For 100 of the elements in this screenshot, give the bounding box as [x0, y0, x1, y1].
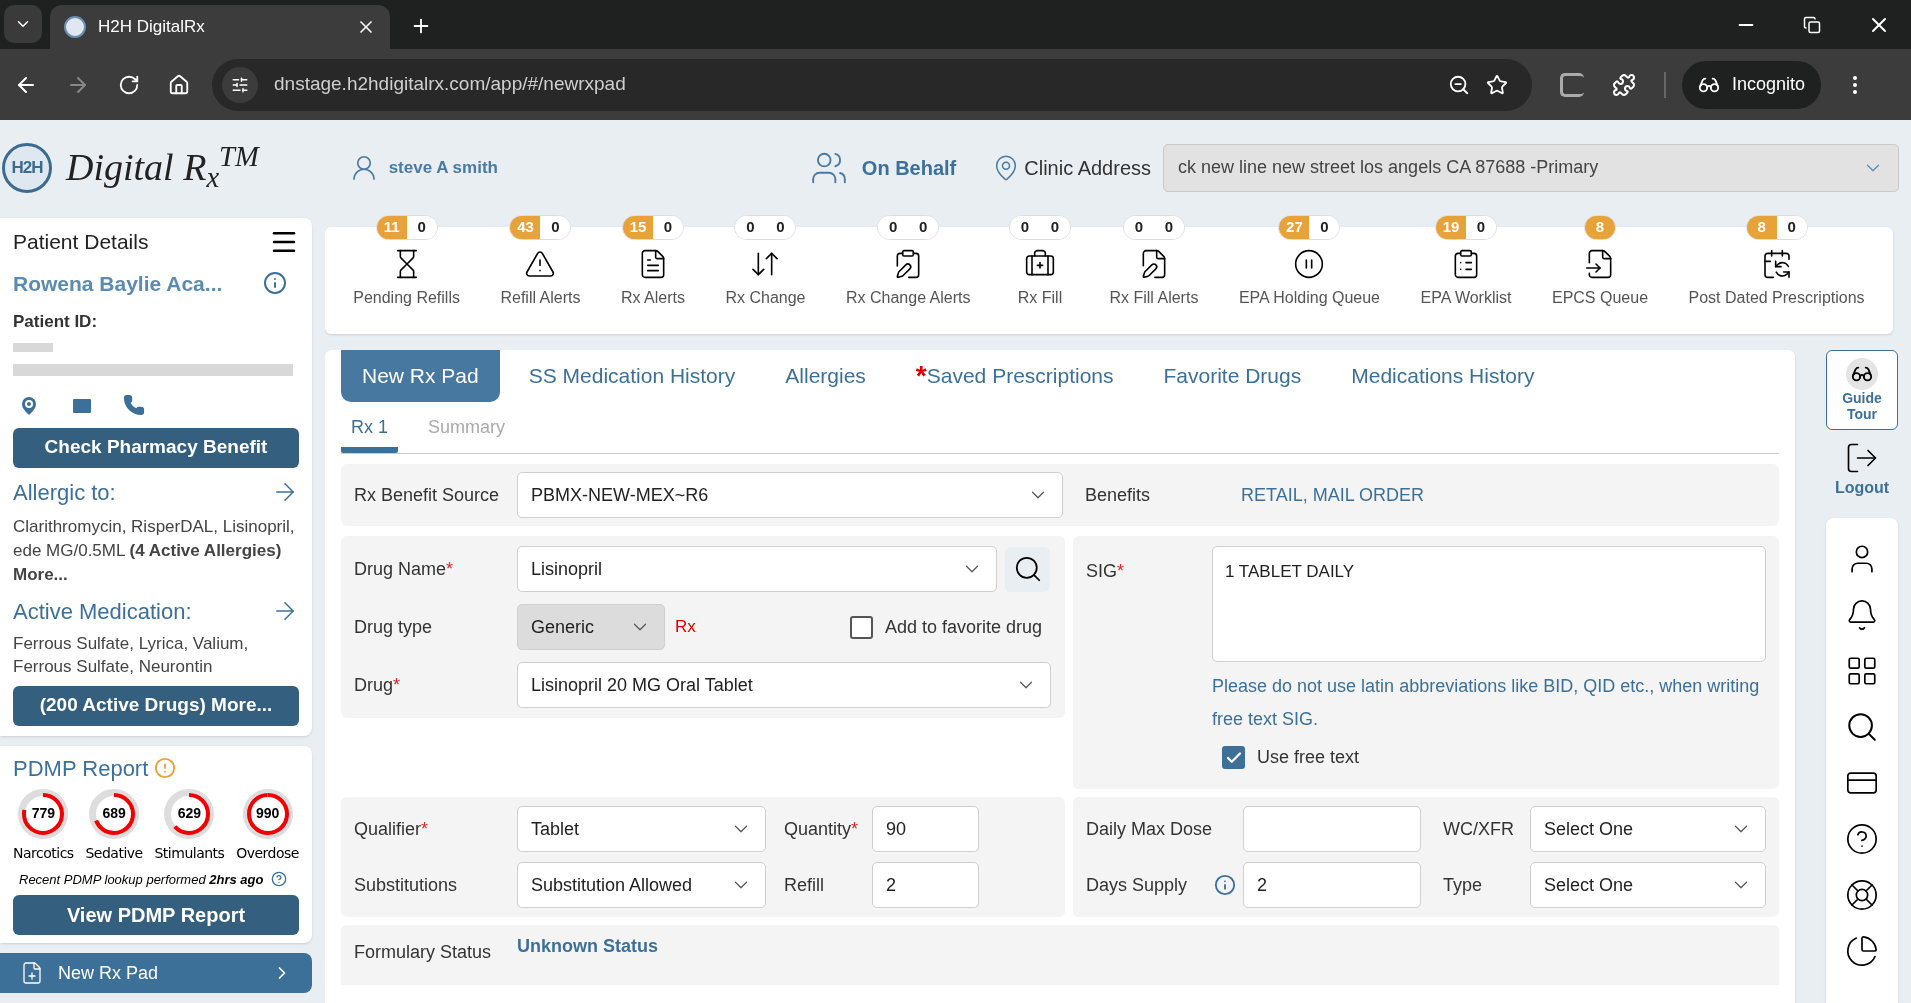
counter-item[interactable]: Pending Refills: [351, 240, 462, 310]
counter-label: Rx Alerts: [620, 288, 685, 308]
count-badge: 8: [1746, 216, 1777, 239]
main-tab[interactable]: Medications History: [1330, 350, 1556, 402]
info-icon[interactable]: [1214, 874, 1236, 896]
gauge-value: 779: [30, 804, 56, 823]
warning-icon: [524, 248, 557, 280]
gauge-label: Sedative: [85, 843, 143, 863]
main-tab[interactable]: New Rx Pad: [341, 350, 500, 402]
input-field[interactable]: 2: [1243, 862, 1421, 908]
counter-item[interactable]: Refill Alerts: [498, 240, 583, 310]
select-field[interactable]: Generic: [517, 604, 665, 650]
checkbox[interactable]: [849, 615, 873, 639]
gauge-value: 629: [176, 804, 203, 823]
counter-item[interactable]: EPA Worklist: [1418, 240, 1514, 310]
info-icon[interactable]: [263, 271, 287, 296]
counter-label: Rx Change Alerts: [846, 288, 971, 308]
select-field[interactable]: Select One: [1530, 862, 1766, 908]
file-plus-icon: [20, 961, 44, 985]
bell-icon[interactable]: [1845, 598, 1879, 632]
count-badge: 19: [1436, 216, 1466, 239]
sub-tab[interactable]: Rx 1: [341, 414, 398, 453]
counter-label: EPA Holding Queue: [1238, 288, 1380, 308]
field-label: Drug*: [354, 673, 402, 697]
on-behalf-link[interactable]: On Behalf: [861, 152, 957, 183]
incognito-button[interactable]: Incognito: [1682, 60, 1822, 109]
counter-item[interactable]: Rx Alerts: [618, 240, 687, 310]
counter-item[interactable]: Post Dated Prescriptions: [1686, 240, 1867, 310]
field-label: Refill: [784, 873, 825, 897]
pie-chart-icon[interactable]: [1845, 934, 1879, 968]
counter-label: EPA Worklist: [1420, 288, 1512, 308]
field-label: Drug Name*: [354, 557, 455, 581]
field-label: Qualifier*: [354, 817, 430, 841]
more-drugs-button[interactable]: (200 Active Drugs) More...: [13, 685, 299, 726]
select-field[interactable]: Select One: [1530, 806, 1766, 852]
counter-label: Pending Refills: [353, 288, 460, 308]
input-field[interactable]: [1243, 806, 1421, 852]
field-label: Formulary Status: [354, 941, 493, 964]
checkbox-label: Add to favorite drug: [884, 615, 1042, 639]
counter-item[interactable]: EPA Holding Queue: [1236, 240, 1382, 310]
home-icon[interactable]: [168, 73, 190, 96]
formulary-value: Unknown Status: [517, 935, 658, 958]
main-tab[interactable]: SS Medication History: [507, 350, 757, 402]
benefits-value: RETAIL, MAIL ORDER: [1241, 483, 1425, 507]
sig-hint: Please do not use latin abbreviations like BID, QID etc., when writing free text SIG.: [1212, 675, 1761, 731]
main-tab[interactable]: Allergies: [764, 350, 887, 402]
nav-item[interactable]: New Rx Pad: [0, 953, 312, 993]
field-label: Days Supply: [1086, 873, 1189, 897]
checkbox[interactable]: [1222, 746, 1245, 769]
extensions-icon[interactable]: [1612, 72, 1636, 97]
counter-item[interactable]: Rx Change: [723, 240, 808, 310]
guide-tour-button[interactable]: Guide Tour: [1826, 350, 1898, 430]
counter-label: Rx Fill Alerts: [1109, 288, 1199, 308]
gauge-value: 689: [101, 804, 127, 823]
restore-icon[interactable]: [1803, 16, 1821, 34]
search-button[interactable]: [1005, 546, 1050, 592]
select-field[interactable]: PBMX-NEW-MEX~R6: [517, 472, 1063, 518]
help-icon[interactable]: [1845, 822, 1879, 856]
counter-label: Refill Alerts: [500, 288, 581, 308]
input-field[interactable]: 2: [872, 862, 979, 908]
counter-label: Post Dated Prescriptions: [1688, 288, 1865, 308]
checkbox-label: Use free text: [1257, 746, 1360, 769]
input-field[interactable]: 90: [872, 806, 979, 852]
star-icon[interactable]: [1486, 73, 1508, 96]
view-pdmp-button[interactable]: View PDMP Report: [13, 895, 299, 935]
favicon-icon: [64, 16, 86, 38]
allergy-text: Clarithromycin, RisperDAL, Lisinopril, ede MG/0.5ML (4 Active Allergies) More...: [13, 515, 296, 586]
site-settings-icon[interactable]: [231, 75, 249, 94]
main-tab[interactable]: *Saved Prescriptions: [894, 350, 1135, 402]
lifebuoy-icon[interactable]: [1845, 878, 1879, 912]
address-bar[interactable]: dnstage.h2hdigitalrx.com/app/#/newrxpad: [212, 58, 1532, 111]
counter-item[interactable]: EPCS Queue: [1549, 240, 1651, 310]
select-field[interactable]: Substitution Allowed: [517, 862, 766, 908]
count-badge: 43: [510, 216, 541, 239]
check-benefit-button[interactable]: Check Pharmacy Benefit: [13, 427, 299, 468]
clinic-select[interactable]: ck new line new street los angels CA 87688 -Primary: [1163, 143, 1899, 192]
field-label: Benefits: [1085, 483, 1152, 507]
field-label: SIG*: [1086, 560, 1126, 583]
logout-button[interactable]: Logout: [1834, 440, 1890, 500]
counter-item[interactable]: Rx Change Alerts: [844, 240, 973, 310]
counter-item[interactable]: Rx Fill: [1015, 240, 1065, 310]
main-tab[interactable]: Favorite Drugs: [1142, 350, 1323, 402]
gauge-label: Stimulants: [154, 843, 225, 863]
select-field[interactable]: Tablet: [517, 806, 766, 852]
search-icon[interactable]: [1845, 710, 1879, 744]
counter-item[interactable]: Rx Fill Alerts: [1107, 240, 1201, 310]
tab-title: H2H DigitalRx: [98, 16, 206, 39]
select-field[interactable]: Lisinopril 20 MG Oral Tablet: [517, 662, 1051, 708]
zoom-icon[interactable]: [1448, 73, 1470, 96]
sig-textarea[interactable]: 1 TABLET DAILY: [1212, 546, 1766, 662]
reload-icon[interactable]: [118, 73, 140, 96]
field-label: Drug type: [354, 615, 434, 639]
patient-name[interactable]: Rowena Baylie Aca...: [13, 267, 223, 299]
phone-icon[interactable]: [123, 393, 145, 416]
field-label: Quantity*: [784, 817, 860, 841]
counter-label: Rx Change: [725, 288, 806, 308]
select-field[interactable]: Lisinopril: [517, 546, 997, 592]
grid-icon[interactable]: [1845, 654, 1879, 688]
counter-label: EPCS Queue: [1551, 288, 1649, 308]
browser-tab[interactable]: H2H DigitalRx: [50, 5, 390, 49]
